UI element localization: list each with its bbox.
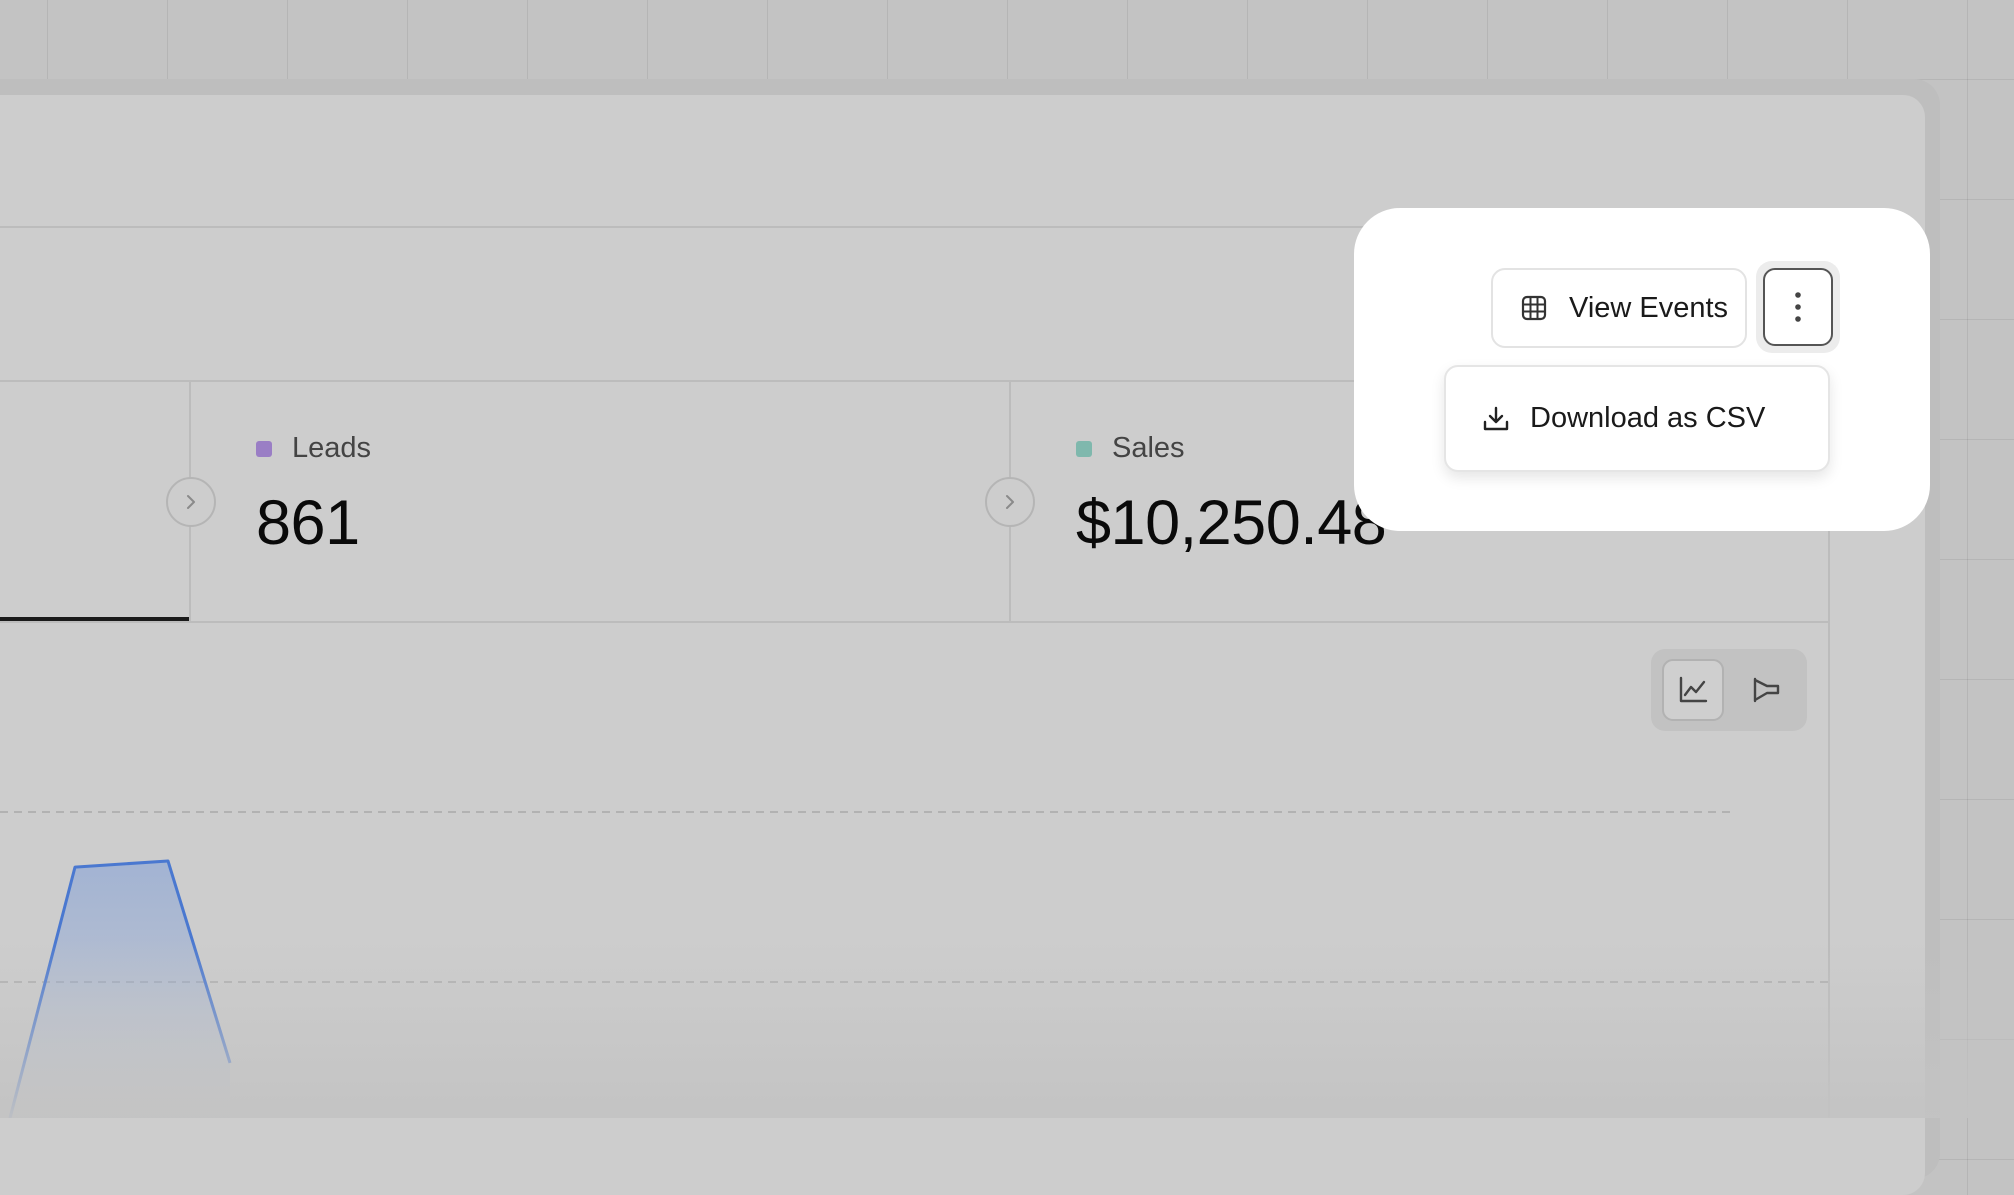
sales-legend-swatch bbox=[1076, 440, 1092, 457]
view-events-label: View Events bbox=[1569, 291, 1729, 324]
metric-value: 861 bbox=[256, 488, 360, 558]
more-options-button[interactable] bbox=[1756, 261, 1840, 353]
metric-label: Sales bbox=[1112, 432, 1185, 464]
metric-value: $10,250.48 bbox=[1076, 488, 1387, 558]
active-metric-indicator bbox=[0, 617, 189, 621]
line-chart-button[interactable] bbox=[1662, 659, 1724, 721]
vertical-ellipsis-icon bbox=[1795, 292, 1801, 322]
download-icon[interactable] bbox=[1482, 405, 1510, 433]
metric-sales[interactable]: Sales $10,250.48 bbox=[1076, 432, 1387, 559]
more-options-button-face[interactable] bbox=[1763, 268, 1833, 346]
line-chart-icon bbox=[1679, 676, 1708, 703]
metrics-bottom-divider bbox=[0, 621, 1830, 623]
metric-label: Leads bbox=[292, 432, 372, 464]
leads-legend-swatch bbox=[256, 440, 272, 457]
metric-next-button[interactable] bbox=[985, 477, 1035, 527]
download-csv-menu-item[interactable]: Download as CSV bbox=[1530, 402, 1765, 435]
chevron-right-icon bbox=[1006, 495, 1014, 509]
metric-leads[interactable]: Leads 861 bbox=[256, 432, 371, 559]
view-events-button[interactable]: View Events bbox=[1491, 268, 1747, 348]
funnel-chart-button[interactable] bbox=[1735, 659, 1797, 721]
more-options-dropdown: Download as CSV bbox=[1444, 365, 1830, 472]
bottom-fade-overlay bbox=[0, 940, 2014, 1118]
table-grid-icon bbox=[1521, 295, 1547, 321]
funnel-chart-icon bbox=[1753, 677, 1780, 703]
metric-next-button[interactable] bbox=[166, 477, 216, 527]
chart-type-toggle bbox=[1651, 649, 1807, 731]
chevron-right-icon bbox=[187, 495, 195, 509]
